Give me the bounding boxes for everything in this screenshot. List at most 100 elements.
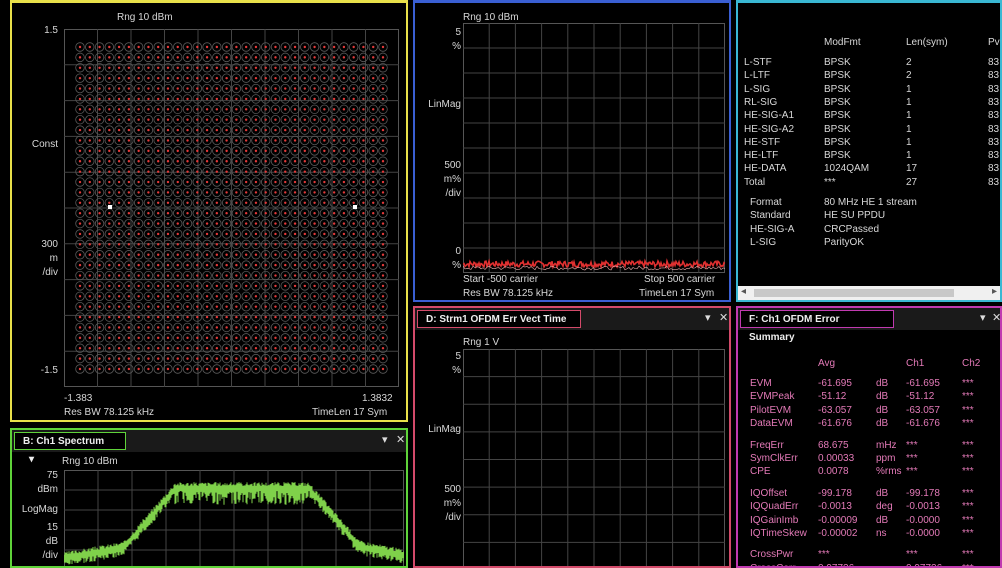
metric-value: %rms [876, 466, 902, 477]
pin-icon[interactable]: ▾ [705, 311, 711, 324]
error-summary-title-tab[interactable]: F: Ch1 OFDM Error Summary [740, 310, 894, 328]
constellation-point [235, 67, 237, 69]
constellation-point [255, 274, 257, 276]
constellation-point [235, 139, 237, 141]
constellation-point [382, 170, 384, 172]
constellation-point [362, 160, 364, 162]
constellation-point [89, 108, 91, 110]
constellation-point [235, 202, 237, 204]
constellation-point [118, 274, 120, 276]
scroll-left-icon[interactable]: ◂ [741, 286, 746, 297]
err-vect-title-tab[interactable]: D: Strm1 OFDM Err Vect Time [417, 310, 581, 328]
constellation-point [79, 119, 81, 121]
constellation-point [333, 295, 335, 297]
constellation-point [313, 305, 315, 307]
constellation-point [284, 326, 286, 328]
constellation-point [333, 46, 335, 48]
constellation-point [255, 202, 257, 204]
metric-value: -61.695 [818, 378, 852, 389]
constellation-point [284, 108, 286, 110]
close-icon[interactable]: ✕ [396, 433, 405, 446]
constellation-point [137, 170, 139, 172]
constellation-point [284, 181, 286, 183]
constellation-point [274, 274, 276, 276]
constellation-point [343, 254, 345, 256]
range-label: Rng 10 dBm [463, 12, 519, 23]
constellation-point [167, 264, 169, 266]
constellation-point [372, 108, 374, 110]
constellation-point [274, 87, 276, 89]
constellation-point [118, 233, 120, 235]
constellation-point [167, 326, 169, 328]
pin-icon[interactable]: ▾ [980, 311, 986, 324]
res-bw-label: Res BW 78.125 kHz [463, 288, 553, 299]
metric-name: EVM [750, 378, 772, 389]
table-cell: 83 [988, 97, 999, 108]
constellation-point [225, 108, 227, 110]
constellation-point [274, 285, 276, 287]
constellation-point [372, 98, 374, 100]
scroll-right-icon[interactable]: ▸ [992, 286, 997, 297]
constellation-point [128, 139, 130, 141]
constellation-point [206, 139, 208, 141]
constellation-point [294, 254, 296, 256]
constellation-point [177, 337, 179, 339]
constellation-point [274, 222, 276, 224]
close-icon[interactable]: ✕ [719, 311, 728, 324]
constellation-point [362, 285, 364, 287]
table-cell: 1 [906, 150, 912, 161]
constellation-point [333, 243, 335, 245]
table-cell: BPSK [824, 70, 851, 81]
constellation-point [79, 77, 81, 79]
y-scale-value: 300 [12, 239, 58, 250]
constellation-point [225, 316, 227, 318]
constellation-point [362, 191, 364, 193]
constellation-point [157, 139, 159, 141]
pin-icon[interactable]: ▾ [382, 433, 388, 446]
constellation-point [225, 170, 227, 172]
constellation-point [255, 337, 257, 339]
constellation-point [362, 274, 364, 276]
constellation-point [343, 368, 345, 370]
constellation-point [98, 170, 100, 172]
constellation-point [284, 87, 286, 89]
constellation-point [352, 337, 354, 339]
constellation-point [323, 264, 325, 266]
constellation-point [157, 212, 159, 214]
constellation-point [255, 129, 257, 131]
spectrum-title-tab[interactable]: B: Ch1 Spectrum ▾ [14, 432, 126, 450]
chevron-down-icon[interactable]: ▾ [29, 454, 34, 465]
constellation-point [225, 46, 227, 48]
constellation-point [304, 67, 306, 69]
metric-value: -63.057 [818, 405, 852, 416]
y-top-unit: dBm [12, 484, 58, 495]
constellation-point [323, 212, 325, 214]
constellation-point [284, 170, 286, 172]
constellation-point [245, 347, 247, 349]
constellation-point [79, 222, 81, 224]
horizontal-scrollbar[interactable]: ◂ ▸ [738, 286, 1000, 300]
constellation-point [186, 222, 188, 224]
constellation-point [108, 212, 110, 214]
constellation-point [245, 77, 247, 79]
constellation-point [147, 326, 149, 328]
metric-value: -0.0000 [906, 528, 940, 539]
constellation-point [372, 285, 374, 287]
constellation-point [352, 347, 354, 349]
constellation-point [294, 316, 296, 318]
constellation-point [206, 212, 208, 214]
constellation-point [196, 160, 198, 162]
constellation-point [167, 191, 169, 193]
scroll-thumb[interactable] [754, 289, 954, 297]
constellation-point [186, 316, 188, 318]
close-icon[interactable]: ✕ [992, 311, 1001, 324]
constellation-point [274, 347, 276, 349]
constellation-point [79, 181, 81, 183]
constellation-point [128, 316, 130, 318]
constellation-point [128, 181, 130, 183]
constellation-point [382, 139, 384, 141]
constellation-point [323, 347, 325, 349]
constellation-point [118, 285, 120, 287]
constellation-point [294, 347, 296, 349]
constellation-point [313, 98, 315, 100]
